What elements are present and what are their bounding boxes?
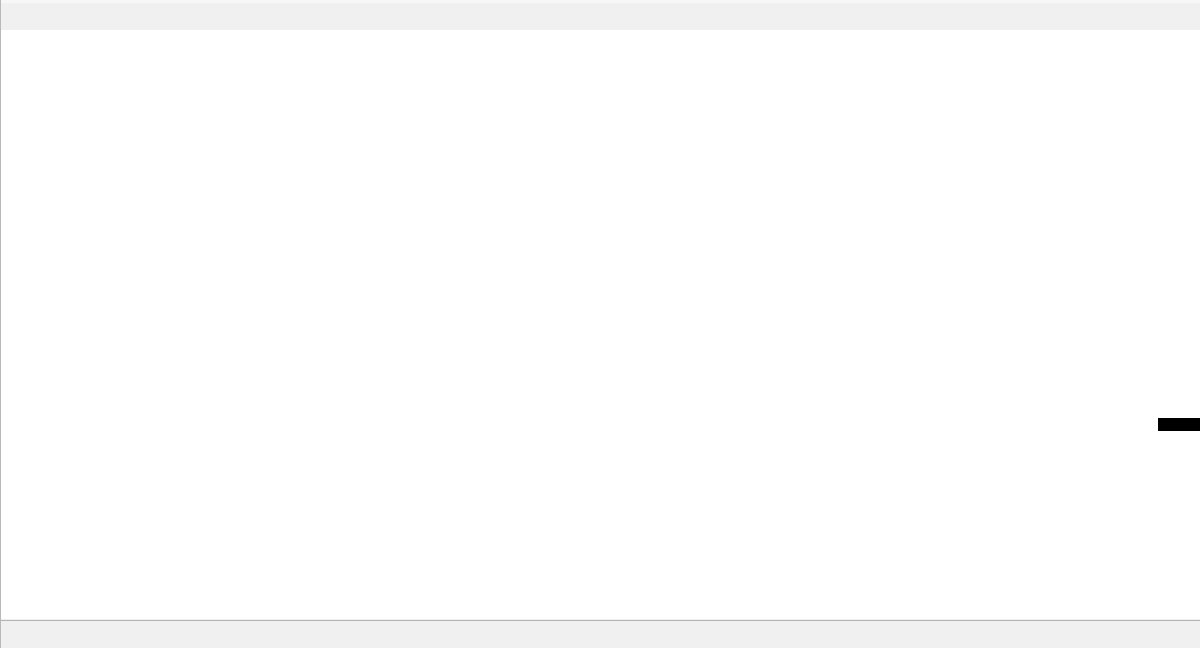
chart-area bbox=[1, 30, 1200, 619]
trading-platform-window bbox=[0, 0, 1200, 648]
chart-title bbox=[11, 34, 19, 46]
price-chart-canvas[interactable] bbox=[1, 30, 1200, 619]
timeframe-toolbar bbox=[1, 0, 1200, 30]
chart-ohlc-values bbox=[16, 34, 19, 46]
current-price-badge bbox=[1158, 418, 1200, 431]
symbol-tabbar bbox=[1, 620, 1200, 646]
